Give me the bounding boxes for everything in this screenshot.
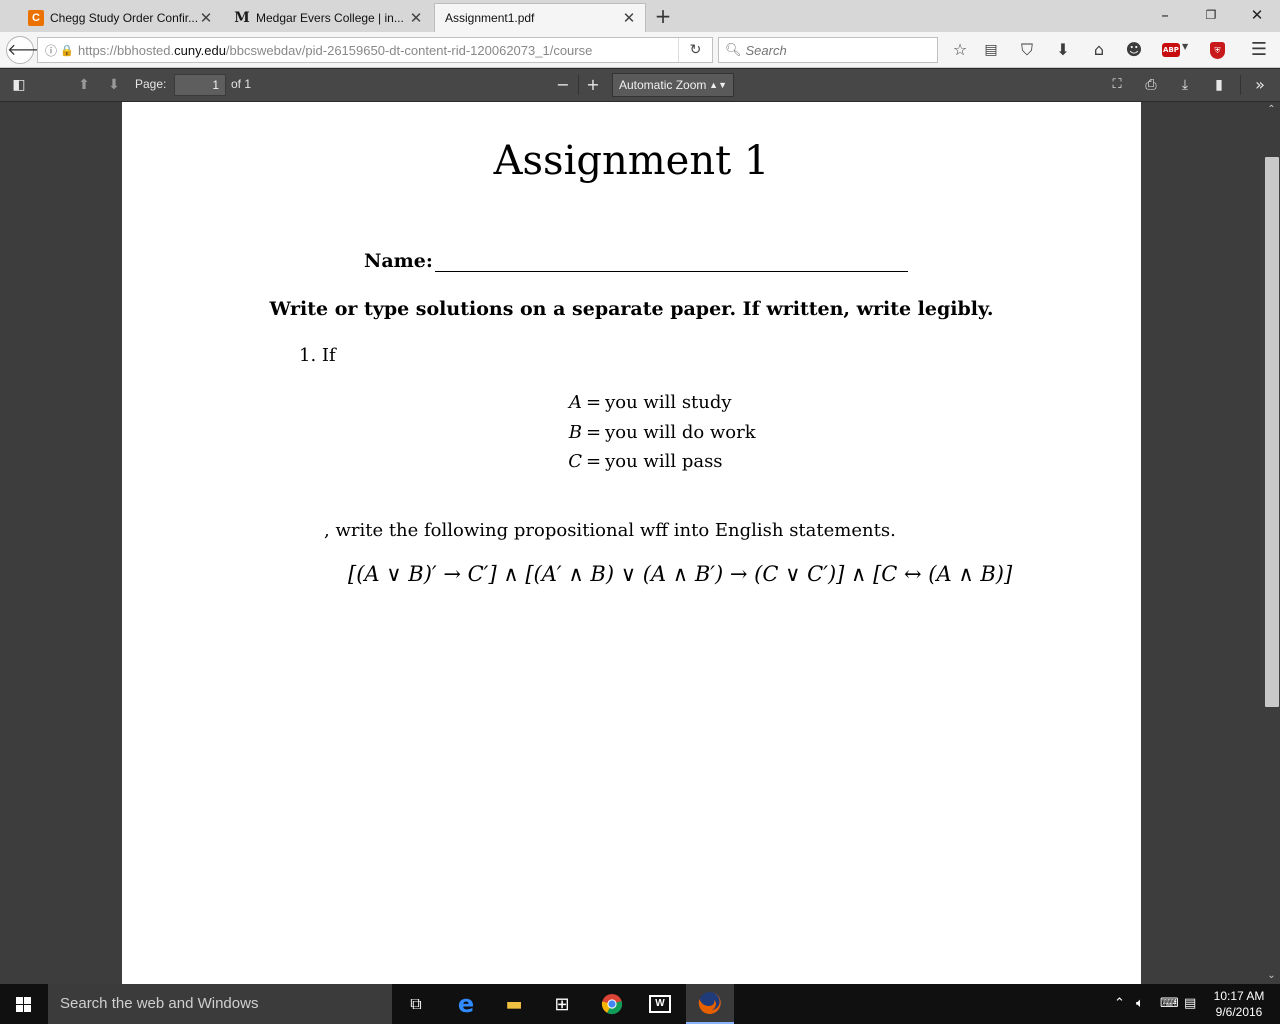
lock-icon: 🔒: [60, 43, 74, 57]
print-icon[interactable]: ⎙: [1140, 74, 1162, 96]
info-icon[interactable]: ⓘ: [42, 42, 60, 59]
zoom-select[interactable]: Automatic Zoom ▲▼: [612, 73, 734, 97]
separator: [1240, 75, 1241, 95]
taskbar-search[interactable]: Search the web and Windows: [48, 984, 392, 1024]
search-box[interactable]: 🔍︎: [718, 37, 938, 63]
chrome-icon[interactable]: [588, 984, 636, 1024]
save-download-icon[interactable]: ⤓: [1174, 74, 1196, 96]
tab-title: Assignment1.pdf: [445, 11, 535, 25]
action-center-icon[interactable]: ▤: [1184, 996, 1196, 1011]
network-icon[interactable]: ⌨: [1160, 996, 1179, 1011]
tab-chegg[interactable]: C Chegg Study Order Confir... ✕: [20, 3, 222, 32]
zoom-out-button[interactable]: −: [552, 74, 574, 96]
pocket-icon[interactable]: ⛉: [1015, 38, 1039, 62]
instructions: Write or type solutions on a separate pa…: [269, 298, 994, 320]
close-tab-icon[interactable]: ✕: [408, 9, 424, 27]
tab-bar: C Chegg Study Order Confir... ✕ M Medgar…: [0, 0, 1280, 32]
tab-medgar[interactable]: M Medgar Evers College | in... ✕: [226, 3, 432, 32]
url-text[interactable]: https://bbhosted.cuny.edu/bbcswebdav/pid…: [74, 43, 678, 58]
page-label: Page:: [135, 77, 167, 91]
select-arrows-icon: ▲▼: [709, 80, 727, 90]
bookmark-star-icon[interactable]: ☆: [948, 38, 972, 62]
windows-logo-icon: [16, 997, 31, 1012]
file-explorer-icon[interactable]: ▬: [490, 984, 538, 1024]
search-input[interactable]: [745, 42, 926, 58]
download-icon[interactable]: ⬇: [1051, 38, 1075, 62]
show-hidden-icons-icon[interactable]: ⌃: [1114, 996, 1125, 1011]
store-icon[interactable]: ⊞: [538, 984, 586, 1024]
clock-time: 10:17 AM: [1213, 989, 1265, 1003]
adblock-plus-icon[interactable]: ABP: [1162, 43, 1180, 57]
chevron-down-icon[interactable]: ▼: [1182, 42, 1188, 51]
question-1-intro: 1. If: [299, 345, 336, 366]
tab-title: Chegg Study Order Confir...: [50, 10, 198, 25]
clock-date: 9/6/2016: [1215, 1005, 1263, 1019]
new-tab-button[interactable]: +: [652, 4, 674, 28]
chegg-favicon-icon: C: [28, 9, 44, 26]
name-field: Name:: [364, 250, 908, 272]
wff-expression: [(A ∨ B)′ → C′] ∧ [(A′ ∧ B) ∨ (A ∧ B′) →…: [348, 562, 1013, 586]
word-icon[interactable]: W: [636, 984, 684, 1024]
tab-title: Medgar Evers College | in...: [256, 10, 404, 25]
home-icon[interactable]: ⌂: [1087, 38, 1111, 62]
scroll-down-icon[interactable]: ⌄: [1263, 968, 1280, 984]
close-tab-icon[interactable]: ✕: [621, 9, 637, 27]
navigation-bar: 🡐 ⓘ 🔒 https://bbhosted.cuny.edu/bbcswebd…: [0, 32, 1280, 68]
definition-row: B = you will do work: [568, 421, 756, 443]
document-title: Assignment 1: [493, 138, 770, 184]
address-bar[interactable]: ⓘ 🔒 https://bbhosted.cuny.edu/bbcswebdav…: [37, 37, 713, 63]
pdf-page: Assignment 1 Name: Write or type solutio…: [122, 102, 1141, 984]
tools-menu-icon[interactable]: »: [1248, 74, 1272, 96]
tab-assignment[interactable]: Assignment1.pdf ✕: [434, 3, 646, 32]
firefox-icon[interactable]: [686, 984, 734, 1024]
ublock-shield-icon[interactable]: ⛨: [1210, 42, 1225, 59]
definition-row: C = you will pass: [568, 451, 723, 472]
medgar-favicon-icon: M: [234, 9, 250, 26]
back-button[interactable]: 🡐: [6, 36, 50, 64]
close-tab-icon[interactable]: ✕: [198, 9, 214, 27]
pdf-viewer[interactable]: Assignment 1 Name: Write or type solutio…: [0, 102, 1280, 984]
bookmark-icon[interactable]: ▮: [1208, 74, 1230, 96]
zoom-in-button[interactable]: +: [582, 74, 604, 96]
start-button[interactable]: [0, 984, 48, 1024]
separator: [578, 75, 579, 95]
definition-row: A = you will study: [569, 392, 732, 413]
reading-list-icon[interactable]: ▤: [979, 38, 1003, 62]
presentation-mode-icon[interactable]: ⛶: [1106, 74, 1128, 96]
sidebar-toggle-icon[interactable]: ◧: [8, 74, 30, 96]
volume-icon[interactable]: 🔈︎: [1136, 996, 1144, 1011]
minimize-button[interactable]: –: [1142, 0, 1188, 32]
hamburger-menu-icon[interactable]: ☰: [1247, 38, 1271, 62]
pdf-toolbar: ◧ ⬆ ⬇ Page: 1 of 1 − + Automatic Zoom ▲▼ …: [0, 69, 1280, 102]
previous-page-icon[interactable]: ⬆: [74, 74, 94, 96]
search-icon: 🔍︎: [725, 42, 742, 58]
scroll-up-icon[interactable]: ⌃: [1263, 102, 1280, 118]
name-line: [434, 254, 908, 272]
reload-icon[interactable]: ↻: [678, 38, 712, 62]
next-page-icon[interactable]: ⬇: [104, 74, 124, 96]
taskbar: Search the web and Windows ⧉ e ▬ ⊞ W ⌃ 🔈…: [0, 984, 1280, 1024]
restore-button[interactable]: ❐: [1188, 0, 1234, 32]
system-clock[interactable]: 10:17 AM 9/6/2016: [1204, 988, 1274, 1020]
question-1-task: , write the following propositional wff …: [324, 520, 896, 541]
scrollbar-thumb[interactable]: [1265, 157, 1279, 707]
edge-icon[interactable]: e: [442, 984, 490, 1024]
chat-icon[interactable]: ☻: [1122, 38, 1146, 62]
close-window-button[interactable]: ✕: [1234, 0, 1280, 32]
task-view-icon[interactable]: ⧉: [392, 984, 440, 1024]
variable-definitions: A = you will study B = you will do work C = yo…: [542, 388, 756, 477]
name-label: Name:: [364, 250, 433, 272]
page-number-input[interactable]: 1: [174, 74, 226, 96]
page-count: of 1: [231, 77, 252, 91]
